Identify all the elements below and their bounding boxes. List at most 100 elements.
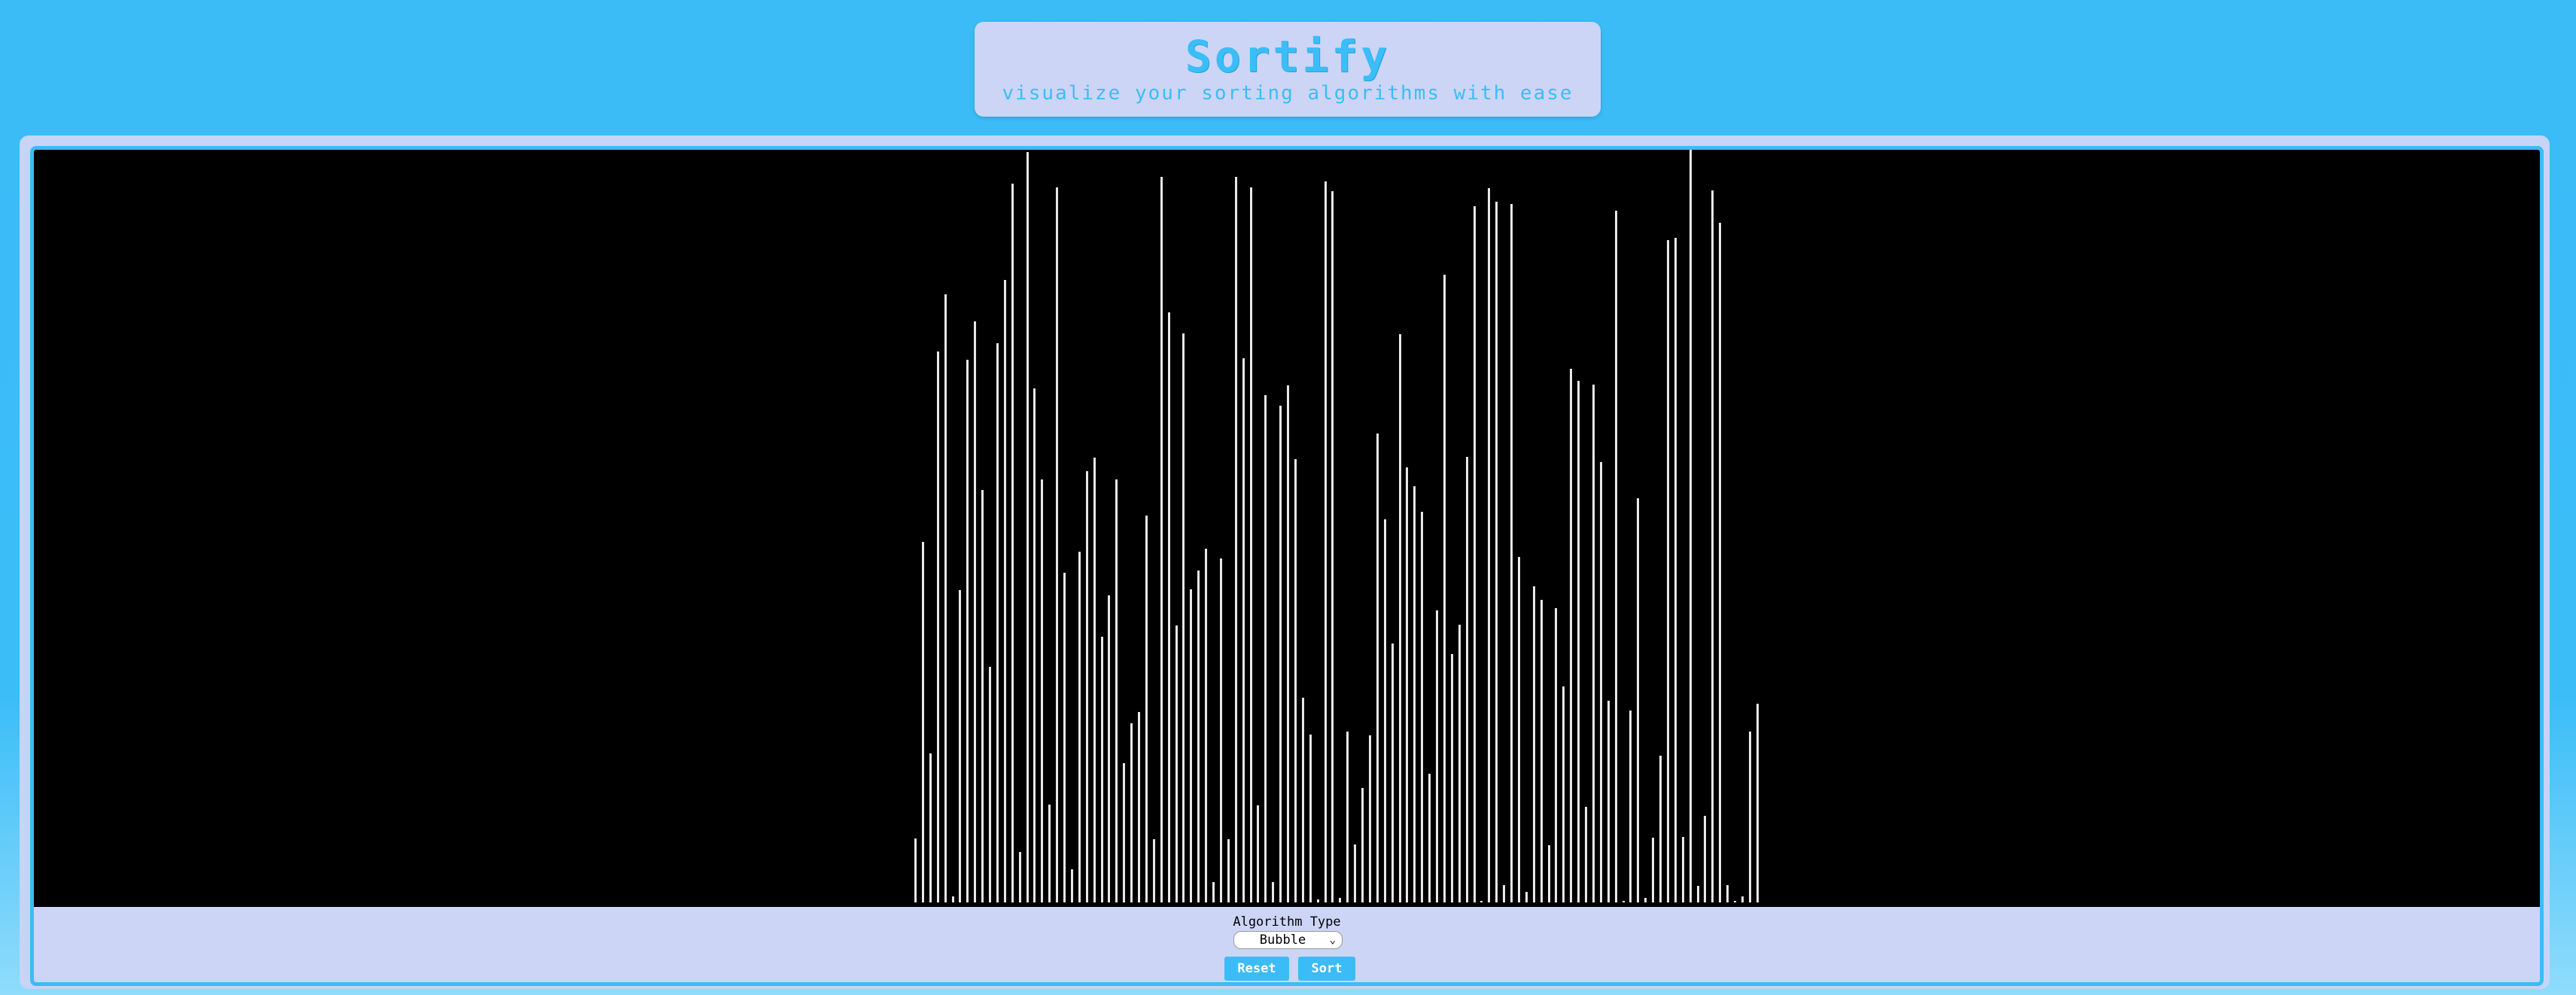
array-bar xyxy=(1607,701,1610,902)
array-bar xyxy=(1309,735,1312,902)
array-bar xyxy=(1644,898,1647,902)
array-bar xyxy=(1264,395,1267,902)
array-bar xyxy=(1168,312,1170,902)
array-bar xyxy=(914,838,917,902)
array-bar xyxy=(1391,644,1394,902)
array-bar xyxy=(1667,240,1669,902)
array-bar xyxy=(1480,901,1483,902)
array-bar xyxy=(1145,516,1148,902)
array-bar xyxy=(1078,552,1081,902)
algorithm-type-select[interactable]: Bubble ⌄ xyxy=(1233,931,1343,949)
array-bar xyxy=(1428,774,1431,902)
array-bar xyxy=(1004,280,1006,902)
visualizer-panel: Algorithm Type Bubble ⌄ Reset Sort xyxy=(30,146,2544,986)
array-bar xyxy=(1384,519,1386,902)
array-bar xyxy=(1324,181,1327,902)
array-bar xyxy=(1160,177,1163,902)
array-bar xyxy=(952,896,954,902)
array-bar xyxy=(1197,571,1200,902)
array-bar xyxy=(1466,457,1468,902)
array-bar xyxy=(1026,152,1029,902)
array-bar xyxy=(1108,595,1110,902)
array-bar xyxy=(1048,805,1051,902)
array-bar xyxy=(1659,756,1662,902)
array-bar xyxy=(1190,589,1192,902)
chevron-down-icon: ⌄ xyxy=(1329,934,1336,946)
array-bar xyxy=(1436,610,1438,902)
array-bar xyxy=(1674,238,1677,902)
array-bar xyxy=(1726,885,1729,902)
array-bar xyxy=(1101,637,1103,902)
array-bar xyxy=(1555,608,1557,902)
array-bar xyxy=(1257,805,1259,902)
array-bar xyxy=(1130,723,1133,902)
array-bar xyxy=(1376,434,1379,902)
array-bar xyxy=(1242,358,1245,902)
algorithm-selected-value: Bubble xyxy=(1259,933,1306,948)
header-card: Sortify visualize your sorting algorithm… xyxy=(975,22,1601,117)
array-bar xyxy=(1071,869,1073,902)
array-bar xyxy=(1063,573,1066,902)
array-bar xyxy=(922,542,924,902)
array-bar xyxy=(1719,223,1721,902)
array-bar xyxy=(981,490,984,902)
array-bar xyxy=(1533,586,1535,902)
array-bar xyxy=(1629,710,1632,902)
array-bar xyxy=(1138,712,1140,902)
array-bar xyxy=(1474,206,1476,902)
array-bar xyxy=(1317,899,1319,902)
array-bar xyxy=(944,294,947,902)
array-bar xyxy=(1548,845,1550,902)
array-bar xyxy=(1451,654,1453,902)
array-bar xyxy=(1749,732,1751,902)
array-bar xyxy=(1153,839,1155,902)
array-bar xyxy=(1361,788,1364,902)
array-bar xyxy=(1287,385,1289,902)
array-bar xyxy=(1756,704,1759,902)
array-bar xyxy=(1592,385,1595,902)
array-bar xyxy=(1227,839,1230,902)
array-bar xyxy=(989,667,991,902)
array-bar xyxy=(1652,838,1654,902)
array-bar xyxy=(1577,381,1580,902)
array-bar xyxy=(1272,882,1274,902)
array-bar xyxy=(1458,625,1461,902)
array-bar xyxy=(1637,498,1639,902)
array-bar xyxy=(1182,333,1185,902)
array-bar xyxy=(1711,190,1714,902)
array-bar xyxy=(1682,837,1684,902)
array-bar xyxy=(1704,816,1706,902)
array-bar xyxy=(1011,184,1014,902)
sort-button[interactable]: Sort xyxy=(1298,957,1355,981)
array-bar xyxy=(996,343,999,902)
array-bar xyxy=(1600,462,1602,902)
array-bar xyxy=(1220,558,1222,902)
array-bar xyxy=(1056,187,1058,902)
array-bar xyxy=(1205,549,1207,902)
array-bar xyxy=(1369,735,1371,902)
array-bar xyxy=(1503,885,1505,902)
array-bar xyxy=(1741,896,1744,902)
array-bar xyxy=(937,351,939,902)
array-bar xyxy=(1250,187,1252,902)
array-bar xyxy=(1354,844,1356,902)
array-bar xyxy=(929,753,932,902)
array-bar xyxy=(959,590,961,902)
algorithm-type-label: Algorithm Type xyxy=(1233,914,1341,930)
array-bar xyxy=(1406,467,1408,902)
array-bar xyxy=(1294,459,1297,902)
array-bar xyxy=(1175,625,1178,902)
array-bar xyxy=(1488,188,1490,902)
array-bar xyxy=(1212,882,1215,902)
array-bar xyxy=(1421,512,1423,902)
controls-bar: Algorithm Type Bubble ⌄ Reset Sort xyxy=(34,907,2540,982)
array-bar xyxy=(1413,486,1416,902)
array-bar xyxy=(1399,334,1401,902)
array-bar xyxy=(1346,732,1349,902)
array-bar xyxy=(1443,275,1446,902)
reset-button[interactable]: Reset xyxy=(1224,957,1289,981)
array-bar xyxy=(1510,204,1513,902)
array-bar xyxy=(974,321,976,902)
array-bar xyxy=(1279,406,1282,902)
array-bar xyxy=(1302,698,1304,902)
